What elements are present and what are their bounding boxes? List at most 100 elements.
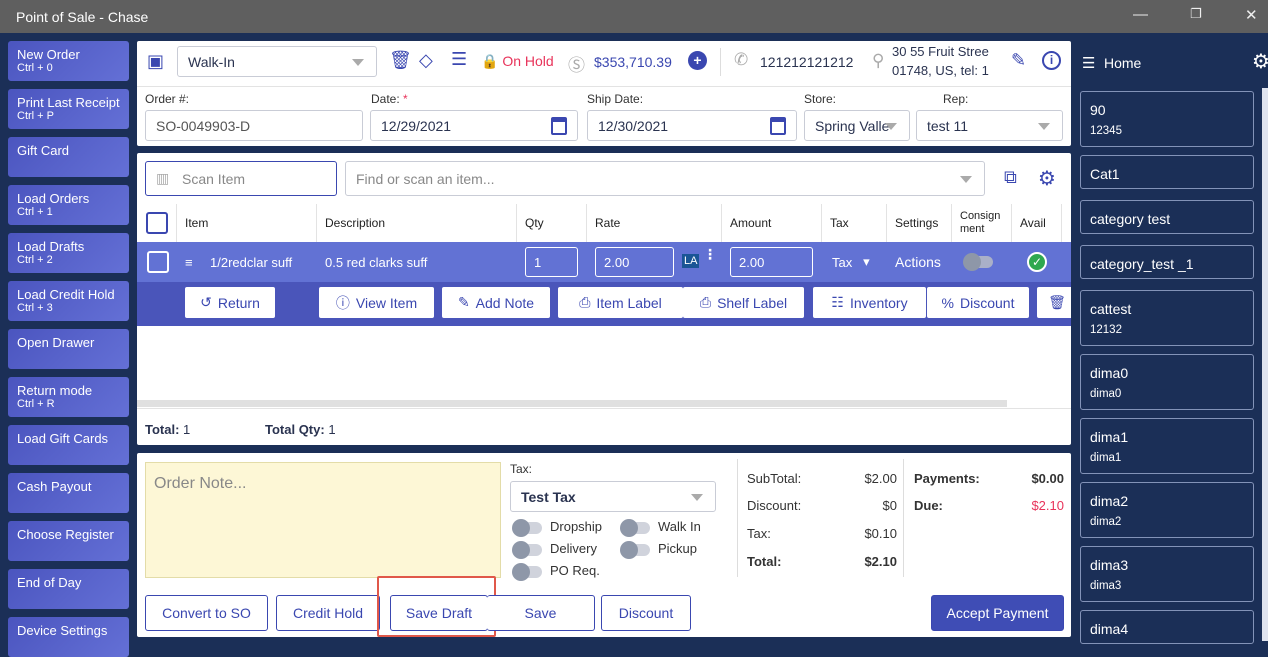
category-card[interactable]: Cat1 <box>1080 155 1254 189</box>
customer-select[interactable]: Walk-In <box>177 46 377 77</box>
button-shortcut: Ctrl + P <box>17 110 54 122</box>
customer-icon[interactable]: ▣ <box>147 51 164 72</box>
gear-icon[interactable]: ⚙ <box>1252 49 1268 74</box>
category-card[interactable]: category test <box>1080 200 1254 234</box>
trash-icon[interactable]: 🗑 <box>389 50 412 71</box>
order-note-input[interactable]: Order Note... <box>145 462 501 578</box>
dropship-toggle[interactable] <box>512 519 542 537</box>
store-label: Store: <box>804 92 837 106</box>
col-settings[interactable]: Settings <box>887 204 952 242</box>
tax-value: Tax <box>832 254 853 270</box>
consignment-toggle[interactable] <box>963 253 993 271</box>
qty-input[interactable]: 1 <box>525 247 578 277</box>
total-qty-label: Total Qty: <box>265 422 325 437</box>
tax-select[interactable]: Test Tax <box>510 481 716 512</box>
gear-icon[interactable]: ⚙ <box>1038 166 1056 191</box>
category-card[interactable]: cattest 12132 <box>1080 290 1254 346</box>
date-field[interactable]: 12/29/2021 <box>370 110 578 141</box>
left-button-open-drawer[interactable]: Open Drawer <box>8 329 129 369</box>
on-hold-status[interactable]: 🔒 On Hold <box>481 53 554 70</box>
col-amount[interactable]: Amount <box>722 204 822 242</box>
actions-button[interactable]: Actions <box>895 242 941 282</box>
more-icon[interactable]: ⋮ <box>703 247 717 261</box>
left-button-new-order[interactable]: New Order Ctrl + 0 <box>8 41 129 81</box>
close-icon[interactable]: ✕ <box>1245 6 1258 24</box>
discount-button[interactable]: Discount <box>601 595 691 631</box>
menu-icon[interactable]: ☰ <box>1082 54 1095 72</box>
save-button[interactable]: Save <box>487 595 595 631</box>
table-row[interactable]: ≡ 1/2redclar suff 0.5 red clarks suff 1 … <box>137 242 1071 282</box>
tax-select[interactable]: Tax ▾ <box>832 242 870 282</box>
left-button-print-last-receipt[interactable]: Print Last Receipt Ctrl + P <box>8 89 129 129</box>
price-level-badge[interactable]: LA <box>682 254 700 268</box>
category-card[interactable]: dima1 dima1 <box>1080 418 1254 474</box>
add-note-icon: ✎ <box>457 294 470 310</box>
item-search-input[interactable]: Find or scan an item... <box>345 161 985 196</box>
category-card[interactable]: dima4 <box>1080 610 1254 644</box>
col-description[interactable]: Description <box>317 204 517 242</box>
left-button-load-orders[interactable]: Load Orders Ctrl + 1 <box>8 185 129 225</box>
left-button-gift-card[interactable]: Gift Card <box>8 137 129 177</box>
restore-icon[interactable]: ❐ <box>1190 6 1202 22</box>
left-button-load-drafts[interactable]: Load Drafts Ctrl + 2 <box>8 233 129 273</box>
delete-button[interactable]: 🗑 <box>1037 287 1071 318</box>
row-checkbox[interactable] <box>147 251 169 273</box>
col-item[interactable]: Item <box>177 204 317 242</box>
horizontal-scrollbar[interactable] <box>137 400 1007 407</box>
add-icon[interactable]: + <box>688 51 707 70</box>
rep-select[interactable]: test 11 <box>916 110 1063 141</box>
po-req--toggle[interactable] <box>512 563 542 581</box>
order-number-field[interactable]: SO-0049903-D <box>145 110 363 141</box>
category-card[interactable]: category_test _1 <box>1080 245 1254 279</box>
total-value: 1 <box>183 422 191 437</box>
sidebar-scrollbar[interactable] <box>1262 88 1268 641</box>
col-rate[interactable]: Rate <box>587 204 722 242</box>
receipt-icon[interactable]: ☰ <box>451 49 467 70</box>
accept-payment-button[interactable]: Accept Payment <box>931 595 1064 631</box>
category-card[interactable]: dima0 dima0 <box>1080 354 1254 410</box>
convert-to-so-button[interactable]: Convert to SO <box>145 595 268 631</box>
calendar-icon[interactable] <box>770 117 786 135</box>
calendar-icon[interactable] <box>551 117 567 135</box>
col-avail[interactable]: Avail <box>1012 204 1062 242</box>
category-card[interactable]: dima2 dima2 <box>1080 482 1254 538</box>
save-draft-button[interactable]: Save Draft <box>390 595 488 631</box>
button-label: Load Orders <box>17 191 90 206</box>
left-button-load-credit-hold[interactable]: Load Credit Hold Ctrl + 3 <box>8 281 129 321</box>
left-button-return-mode[interactable]: Return mode Ctrl + R <box>8 377 129 417</box>
minimize-icon[interactable]: — <box>1133 6 1148 23</box>
item-label-button[interactable]: ⎙ Item Label <box>558 287 683 318</box>
inventory-button[interactable]: ☷ Inventory <box>813 287 926 318</box>
rate-input[interactable]: 2.00 <box>595 247 674 277</box>
col-tax[interactable]: Tax <box>822 204 887 242</box>
amount-input[interactable]: 2.00 <box>730 247 813 277</box>
left-button-device-settings[interactable]: Device Settings <box>8 617 129 657</box>
col-qty[interactable]: Qty <box>517 204 587 242</box>
rep-value: test 11 <box>927 117 968 134</box>
edit-icon[interactable]: ✎ <box>1011 50 1026 71</box>
add-multiple-icon[interactable]: ⧉ <box>1004 167 1017 188</box>
left-button-end-of-day[interactable]: End of Day <box>8 569 129 609</box>
col-consignment[interactable]: Consign ment <box>952 204 1012 242</box>
return-button[interactable]: ↺ Return <box>185 287 275 318</box>
store-select[interactable]: Spring Valle <box>804 110 910 141</box>
divider <box>137 408 1071 409</box>
delivery-toggle[interactable] <box>512 541 542 559</box>
walk-in-toggle[interactable] <box>620 519 650 537</box>
left-button-cash-payout[interactable]: Cash Payout <box>8 473 129 513</box>
ship-date-field[interactable]: 12/30/2021 <box>587 110 797 141</box>
category-card[interactable]: 90 12345 <box>1080 91 1254 147</box>
scan-item-input[interactable]: ▥ Scan Item <box>145 161 337 196</box>
select-all-checkbox[interactable] <box>146 212 168 234</box>
left-button-load-gift-cards[interactable]: Load Gift Cards <box>8 425 129 465</box>
tag-icon[interactable]: ◇ <box>419 50 433 71</box>
discount-button[interactable]: % Discount <box>927 287 1029 318</box>
info-icon[interactable]: i <box>1042 51 1061 70</box>
shelf-label-button[interactable]: ⎙ Shelf Label <box>683 287 804 318</box>
add-note-button[interactable]: ✎ Add Note <box>442 287 550 318</box>
credit-hold-button[interactable]: Credit Hold <box>276 595 380 631</box>
pickup-toggle[interactable] <box>620 541 650 559</box>
view-item-button[interactable]: ⓘ View Item <box>319 287 434 318</box>
category-card[interactable]: dima3 dima3 <box>1080 546 1254 602</box>
left-button-choose-register[interactable]: Choose Register <box>8 521 129 561</box>
